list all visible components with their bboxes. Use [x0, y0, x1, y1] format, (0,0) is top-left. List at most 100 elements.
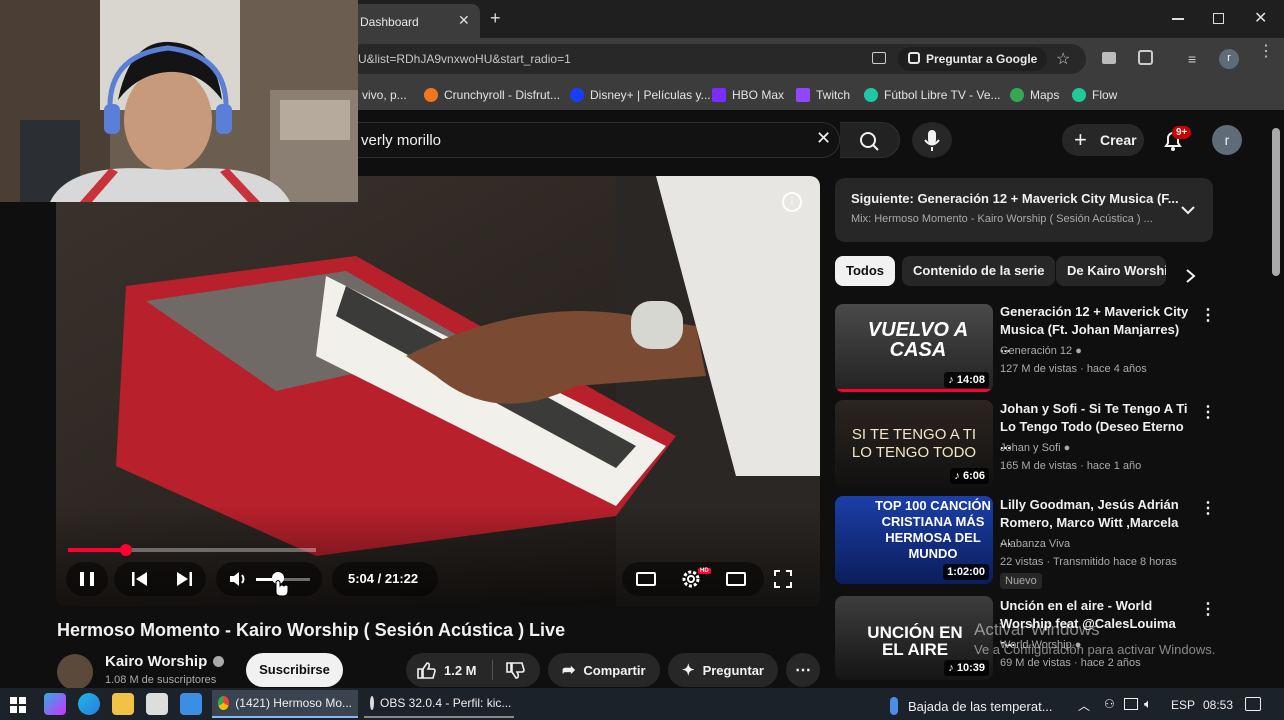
- recommendation-channel[interactable]: Johan y Sofi ●: [1000, 442, 1070, 454]
- chevron-up-icon[interactable]: ︿: [1078, 697, 1090, 714]
- chip-todos[interactable]: Todos: [835, 256, 896, 286]
- bookmark-2[interactable]: Crunchyroll - Disfrut...: [424, 86, 560, 104]
- clock[interactable]: 08:53: [1203, 698, 1233, 712]
- more-options-icon[interactable]: ⋮: [1200, 599, 1216, 619]
- ask-button[interactable]: ✦ Preguntar: [668, 653, 778, 687]
- duration-badge: 1:02:00: [943, 564, 989, 580]
- new-badge: Nuevo: [1000, 573, 1042, 589]
- windows-start-icon[interactable]: [10, 697, 26, 713]
- progress-played: [68, 548, 126, 552]
- taskbar-obs-app[interactable]: OBS 32.0.4 - Perfil: kic...: [364, 690, 514, 718]
- search-query: verly morillo: [361, 132, 442, 149]
- video-title: Hermoso Momento - Kairo Worship ( Sesión…: [57, 620, 566, 640]
- share-button[interactable]: ➦ Compartir: [548, 653, 660, 687]
- speaker-icon[interactable]: 🔈︎: [1144, 696, 1152, 712]
- menu-icon[interactable]: ⋮: [1258, 44, 1274, 60]
- notification-center-icon[interactable]: [1245, 697, 1261, 711]
- thumbnail-text: VUELVO A CASA: [867, 319, 969, 361]
- video-player[interactable]: i 5:04 / 21:22 HD: [56, 176, 820, 606]
- browser-profile-avatar[interactable]: r: [1219, 49, 1239, 69]
- hbo-icon: [712, 88, 726, 102]
- chip-channel[interactable]: De Kairo Worship: [1056, 256, 1166, 286]
- close-tab-icon[interactable]: ✕: [458, 12, 470, 29]
- clear-search-icon[interactable]: ✕: [816, 128, 831, 149]
- bookmark-label: HBO Max: [732, 88, 785, 102]
- new-tab-icon[interactable]: +: [490, 8, 501, 29]
- account-avatar[interactable]: r: [1212, 125, 1242, 155]
- like-button[interactable]: 1.2 M: [416, 661, 477, 679]
- duration-badge: ♪ 10:39: [944, 660, 989, 676]
- mail-icon[interactable]: [180, 693, 202, 715]
- bookmark-7[interactable]: Maps: [1010, 86, 1059, 104]
- recommendation-meta: 22 vistas · Transmitido hace 8 horas: [1000, 556, 1177, 568]
- weather-widget[interactable]: Bajada de las temperat...: [890, 697, 1053, 715]
- recommendation-thumbnail[interactable]: VUELVO A CASA ♪ 14:08: [835, 304, 993, 392]
- bookmark-5[interactable]: Twitch: [796, 86, 850, 104]
- recommendation-thumbnail[interactable]: TOP 100 CANCIÓN CRISTIANA MÁS HERMOSA DE…: [835, 496, 993, 584]
- minimize-icon[interactable]: [1172, 18, 1184, 20]
- verified-icon: ●: [1075, 345, 1082, 357]
- taskbar-chrome-app[interactable]: (1421) Hermoso Mo...: [212, 690, 358, 718]
- maximize-icon[interactable]: [1213, 13, 1224, 24]
- more-options-icon[interactable]: ⋮: [1200, 305, 1216, 325]
- media-icon[interactable]: ≡: [1188, 51, 1196, 67]
- page-scrollbar[interactable]: [1272, 128, 1280, 276]
- language-indicator[interactable]: ESP: [1171, 698, 1195, 712]
- bookmark-3[interactable]: Disney+ | Películas y...: [570, 86, 711, 104]
- bookmark-6[interactable]: Fútbol Libre TV - Ve...: [864, 86, 1001, 104]
- extension-icon[interactable]: [1102, 52, 1116, 64]
- recommendation-channel[interactable]: Generación 12 ●: [1000, 345, 1082, 357]
- recommendation-thumbnail[interactable]: UNCIÓN EN EL AIRE ♪ 10:39: [835, 596, 993, 680]
- bookmark-1[interactable]: vivo, p...: [362, 86, 407, 104]
- pause-icon[interactable]: [80, 572, 94, 586]
- bookmark-4[interactable]: HBO Max: [712, 86, 784, 104]
- file-explorer-icon[interactable]: [112, 693, 134, 715]
- thumbs-down-icon[interactable]: [505, 662, 525, 680]
- chevron-right-icon[interactable]: [1185, 268, 1197, 284]
- voice-search-button[interactable]: [912, 122, 952, 158]
- more-actions-button[interactable]: ⋯: [786, 653, 820, 687]
- more-options-icon[interactable]: ⋮: [1200, 498, 1216, 518]
- more-options-icon[interactable]: ⋮: [1200, 402, 1216, 422]
- bookmark-8[interactable]: Flow: [1072, 86, 1117, 104]
- search-input[interactable]: verly morillo: [348, 122, 840, 158]
- people-icon[interactable]: ⚇: [1104, 697, 1115, 711]
- bookmark-label: Flow: [1092, 88, 1118, 102]
- create-button[interactable]: + Crear: [1062, 124, 1144, 156]
- copilot-icon[interactable]: [44, 693, 66, 715]
- volume-icon[interactable]: [228, 570, 248, 588]
- browser-profile-initial: r: [1227, 52, 1231, 64]
- search-button[interactable]: [840, 122, 900, 158]
- next-up-panel[interactable]: Siguiente: Generación 12 + Maverick City…: [835, 178, 1213, 242]
- share-label: Compartir: [583, 662, 646, 678]
- network-icon[interactable]: [1124, 698, 1138, 710]
- close-window-icon[interactable]: ✕: [1254, 8, 1267, 28]
- channel-avatar[interactable]: [57, 654, 93, 690]
- time-display: 5:04 / 21:22: [348, 571, 419, 586]
- theater-mode-icon[interactable]: [726, 572, 746, 586]
- next-icon[interactable]: [174, 571, 194, 587]
- thumbnail-text: SI TE TENGO A TI LO TENGO TODO: [851, 426, 977, 461]
- install-icon[interactable]: [872, 52, 886, 64]
- chip-series[interactable]: Contenido de la serie: [902, 256, 1056, 286]
- bookmark-label: Twitch: [816, 88, 851, 102]
- channel-name[interactable]: Kairo Worship: [105, 653, 225, 670]
- fullscreen-icon[interactable]: [772, 568, 794, 590]
- chevron-down-icon[interactable]: [1180, 205, 1196, 215]
- star-icon[interactable]: ☆: [1056, 49, 1070, 69]
- thermometer-icon: [890, 697, 898, 715]
- ask-google-button[interactable]: Preguntar a Google: [898, 47, 1048, 71]
- thumbnail-text: UNCIÓN EN EL AIRE: [867, 623, 963, 659]
- recommendation-meta: 127 M de vistas · hace 4 años: [1000, 363, 1147, 375]
- tab-title: Dashboard: [360, 15, 419, 29]
- previous-icon[interactable]: [130, 571, 150, 587]
- subscribe-button[interactable]: Suscribirse: [246, 653, 343, 687]
- recommendation-channel[interactable]: Alabanza Viva: [1000, 538, 1070, 550]
- recommendation-thumbnail[interactable]: SI TE TENGO A TI LO TENGO TODO ♪ 6:06: [835, 400, 993, 488]
- edge-icon[interactable]: [78, 693, 100, 715]
- store-icon[interactable]: [146, 693, 168, 715]
- puzzle-icon[interactable]: [1138, 50, 1153, 65]
- subtitles-icon[interactable]: [636, 572, 656, 586]
- progress-scrubber[interactable]: [120, 544, 132, 556]
- info-icon[interactable]: i: [782, 192, 802, 212]
